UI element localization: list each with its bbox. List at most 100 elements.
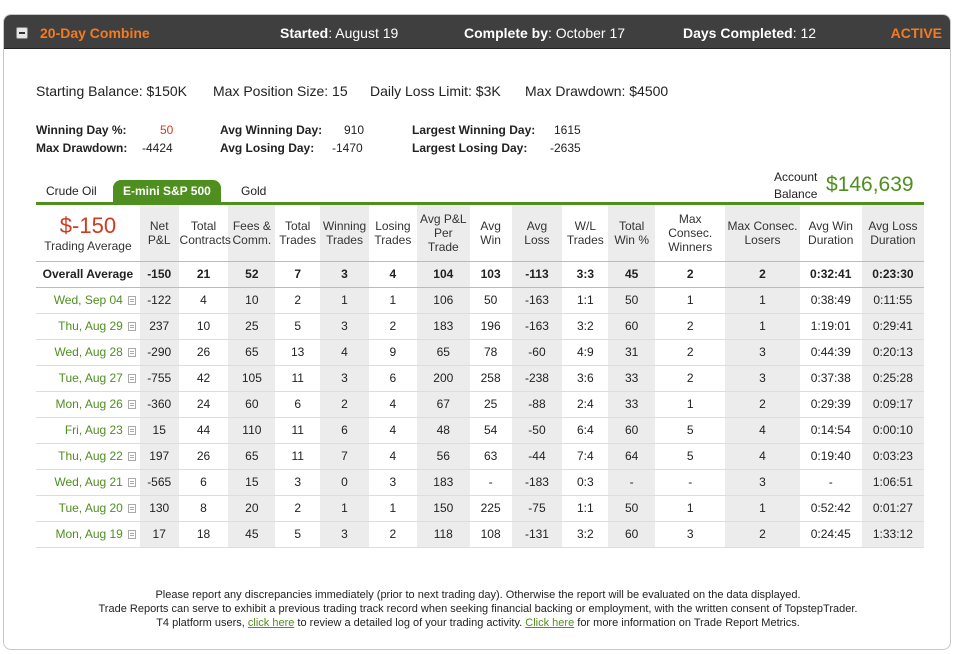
date-cell[interactable]: Thu, Aug 22 <box>36 443 140 470</box>
column-header-line: Win <box>480 232 501 247</box>
overall-cell: -113 <box>511 260 563 288</box>
combine-panel: 20-Day Combine Started: August 19 Comple… <box>3 14 951 650</box>
winning-day-value: 50 <box>160 123 174 137</box>
table-cell: 5 <box>275 313 321 340</box>
date-cell[interactable]: Thu, Aug 29 <box>36 313 140 340</box>
table-cell: 65 <box>228 443 276 470</box>
table-cell: 2 <box>368 313 417 340</box>
date-cell[interactable]: Fri, Aug 23 <box>36 417 140 444</box>
column-header-line: Avg P&L <box>420 211 467 226</box>
date-cell[interactable]: Wed, Sep 04 <box>36 287 140 314</box>
date-cell[interactable]: Tue, Aug 20 <box>36 495 140 522</box>
table-cell: 11 <box>275 443 321 470</box>
table-cell: 0:29:39 <box>799 391 862 418</box>
table-cell: -44 <box>511 443 563 470</box>
column-header-line: Win % <box>614 232 649 247</box>
column-header: Avg P&L Per Trade <box>416 205 470 261</box>
overall-cell: 21 <box>178 260 229 288</box>
document-icon[interactable] <box>127 530 136 540</box>
table-row: Wed, Sep 04 -122 4 10 2 1 1 106 50 -163 1:1 50 1 1 0:3… <box>36 287 924 314</box>
table-cell: 1 <box>655 287 726 314</box>
date-label[interactable]: Tue, Aug 20 <box>59 501 123 515</box>
table-header-row: $-150 Trading Average Net P&L Total Contrac… <box>36 205 924 261</box>
table-cell: 15 <box>139 417 179 444</box>
table-cell: 0:44:39 <box>799 339 862 366</box>
document-icon[interactable] <box>127 400 136 410</box>
column-header-line: Total <box>285 218 311 233</box>
metrics-link[interactable]: Click here <box>525 617 574 629</box>
date-label[interactable]: Wed, Sep 04 <box>54 293 123 307</box>
trading-average-value: $-150 <box>59 212 117 238</box>
table-cell: 65 <box>416 339 470 366</box>
table-cell: 196 <box>469 313 512 340</box>
column-header-line: Avg <box>526 218 548 233</box>
document-icon[interactable] <box>127 374 136 384</box>
days-label: Days Completed <box>683 25 793 41</box>
table-cell: 11 <box>275 417 321 444</box>
report-footer: Please report any discrepancies immediat… <box>4 588 950 630</box>
column-header-line: Losing <box>375 218 411 233</box>
overall-cell: 52 <box>228 260 276 288</box>
date-label[interactable]: Thu, Aug 29 <box>58 319 123 333</box>
table-cell: - <box>608 469 656 496</box>
date-label[interactable]: Wed, Aug 21 <box>54 475 123 489</box>
table-cell: 6 <box>368 365 417 392</box>
date-label[interactable]: Thu, Aug 22 <box>58 449 123 463</box>
log-link[interactable]: click here <box>248 617 294 629</box>
collapse-icon[interactable] <box>16 27 28 39</box>
table-cell: -290 <box>139 339 179 366</box>
date-label[interactable]: Wed, Aug 28 <box>54 345 123 359</box>
column-header-line: Fees & <box>232 218 271 233</box>
tab-emini-sp500[interactable]: E-mini S&P 500 <box>113 180 221 202</box>
document-icon[interactable] <box>127 478 136 488</box>
date-cell[interactable]: Mon, Aug 19 <box>36 521 140 548</box>
column-header-line: Net <box>149 218 169 233</box>
table-cell: 0:29:41 <box>861 313 924 340</box>
column-header-line: Trades <box>566 232 604 247</box>
largest-winning-day-label: Largest Winning Day: <box>412 123 536 137</box>
document-icon[interactable] <box>127 348 136 358</box>
table-cell: -131 <box>511 521 563 548</box>
document-icon[interactable] <box>127 296 136 306</box>
largest-winning-day-value: 1615 <box>554 123 581 137</box>
trade-report-table: $-150 Trading Average Net P&L Total Contrac… <box>36 202 924 548</box>
table-body: Overall Average -150 21 52 7 3 4 104 103 -113 3:3… <box>36 260 924 548</box>
column-header-line: Contracts <box>179 232 231 247</box>
tab-crude-oil[interactable]: Crude Oil <box>36 180 107 202</box>
document-icon[interactable] <box>127 452 136 462</box>
overall-cell: 45 <box>608 260 656 288</box>
footer-line-1: Please report any discrepancies immediat… <box>155 589 801 601</box>
date-cell[interactable]: Wed, Aug 28 <box>36 339 140 366</box>
table-cell: 3 <box>655 521 726 548</box>
table-row: Thu, Aug 22 197 26 65 11 7 4 56 63 -44 7:4 64 5 4 0:19… <box>36 443 924 470</box>
document-icon[interactable] <box>127 504 136 514</box>
column-header-line: Losers <box>744 232 781 247</box>
status-badge: ACTIVE <box>890 25 942 41</box>
document-icon[interactable] <box>127 322 136 332</box>
date-cell[interactable]: Mon, Aug 26 <box>36 391 140 418</box>
table-row: Tue, Aug 20 130 8 20 2 1 1 150 225 -75 1:1 50 1 1 0:52… <box>36 495 924 522</box>
date-cell[interactable]: Wed, Aug 21 <box>36 469 140 496</box>
table-cell: 1 <box>368 287 417 314</box>
table-cell: 3:2 <box>562 521 609 548</box>
footer-text-a: T4 platform users, <box>156 617 248 629</box>
date-label[interactable]: Tue, Aug 27 <box>59 371 123 385</box>
table-cell: 108 <box>469 521 512 548</box>
column-header-line: Avg Loss <box>868 218 918 233</box>
table-cell: 225 <box>469 495 512 522</box>
column-header-line: Max Consec. <box>727 218 798 233</box>
table-cell: 0:37:38 <box>799 365 862 392</box>
table-cell: 0:11:55 <box>861 287 924 314</box>
document-icon[interactable] <box>127 426 136 436</box>
tab-gold[interactable]: Gold <box>231 180 276 202</box>
overall-cell: 3:3 <box>562 260 609 288</box>
date-label[interactable]: Mon, Aug 26 <box>55 397 122 411</box>
date-label[interactable]: Mon, Aug 19 <box>55 527 122 541</box>
date-cell[interactable]: Tue, Aug 27 <box>36 365 140 392</box>
column-header: Max Consec. Winners <box>655 205 725 261</box>
table-cell: 24 <box>178 391 229 418</box>
table-cell: 5 <box>655 443 726 470</box>
table-cell: 65 <box>228 339 276 366</box>
overall-cell: 0:23:30 <box>861 260 924 288</box>
date-label[interactable]: Fri, Aug 23 <box>65 423 123 437</box>
